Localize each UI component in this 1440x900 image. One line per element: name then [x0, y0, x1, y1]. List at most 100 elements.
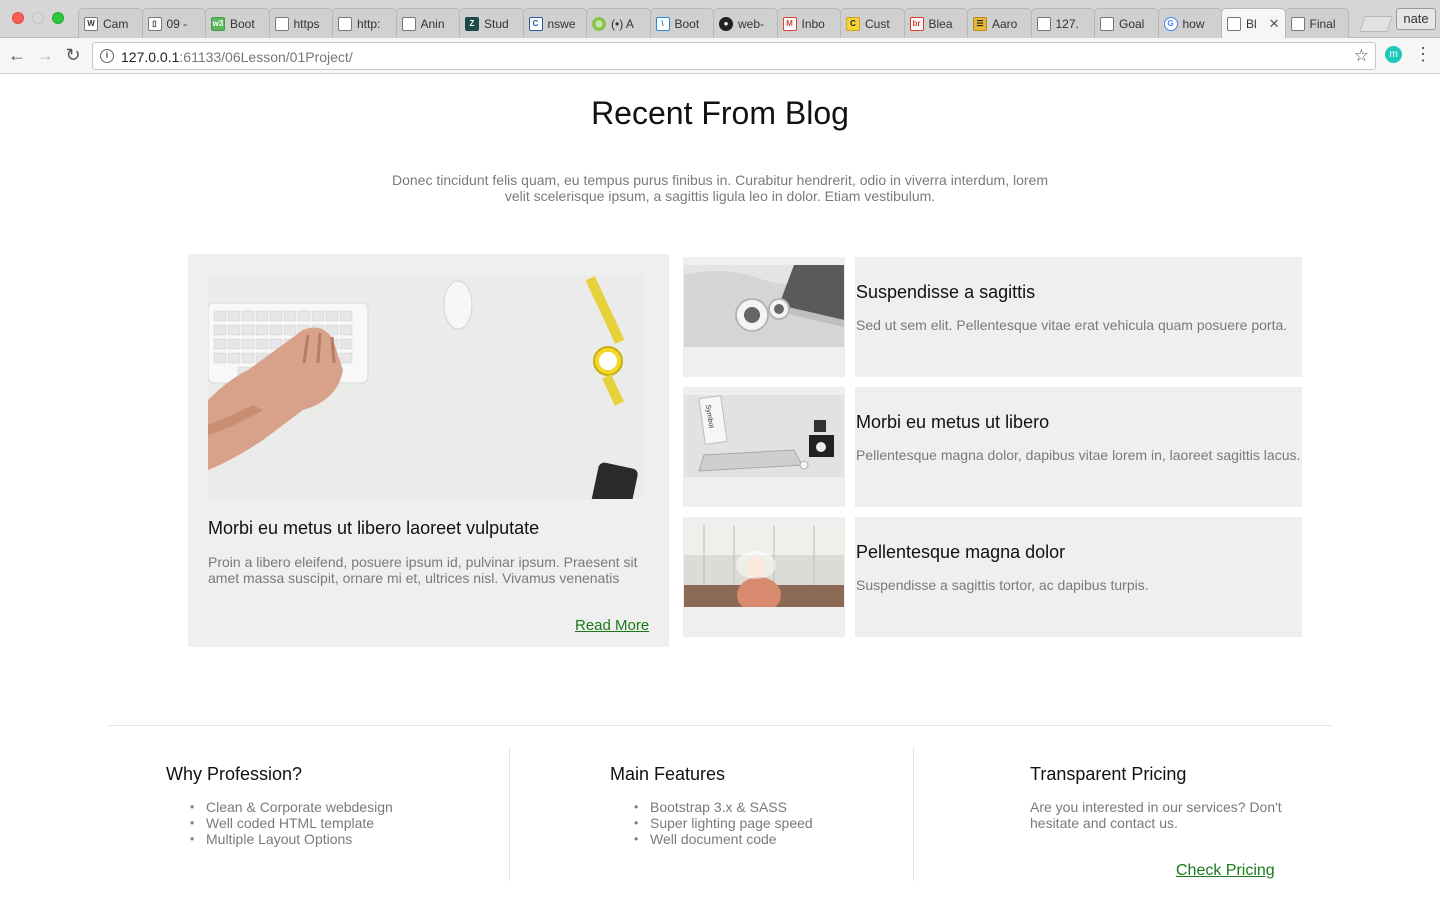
forward-arrow-icon[interactable]: →: [34, 44, 56, 66]
tab-favicon-icon: W: [84, 16, 98, 31]
document-icon: [401, 16, 416, 31]
tab-label: Final: [1309, 16, 1336, 31]
browser-tab-active[interactable]: Bl ✕: [1221, 8, 1286, 38]
extension-icon[interactable]: m: [1385, 46, 1402, 63]
browser-tab[interactable]: M Inbo: [776, 8, 841, 38]
list-item: Super lighting page speed: [634, 815, 813, 831]
github-icon: ●: [719, 16, 733, 31]
browser-tab[interactable]: C Cust: [840, 8, 905, 38]
browser-tab[interactable]: Cnswe: [522, 8, 587, 38]
browser-menu-icon[interactable]: ⋮: [1414, 44, 1432, 66]
site-info-icon[interactable]: i: [100, 49, 114, 63]
post-thumbnail-image: [684, 525, 844, 607]
tab-label: (•) A: [611, 16, 634, 31]
url-path: :61133/06Lesson/01Project/: [179, 49, 353, 65]
document-icon: [1227, 16, 1241, 31]
address-bar[interactable]: i 127.0.0.1:61133/06Lesson/01Project/ ☆: [92, 42, 1376, 70]
tab-label: how: [1182, 16, 1205, 31]
tab-label: Goal: [1119, 16, 1145, 31]
browser-tab[interactable]: w3 Boot: [205, 8, 270, 38]
post-summary-card: Pellentesque magna dolor Suspendisse a s…: [855, 517, 1302, 637]
column-divider: [509, 747, 510, 881]
browser-tab[interactable]: 127.: [1030, 8, 1095, 38]
post-thumbnail-image: [684, 265, 844, 347]
read-more-link[interactable]: Read More: [575, 617, 649, 634]
browser-tab[interactable]: W Cam: [78, 8, 143, 38]
browser-tab[interactable]: Final: [1284, 8, 1349, 38]
column-divider: [913, 747, 914, 881]
tab-favicon-icon: ▯: [147, 16, 162, 31]
tab-favicon-icon: w3: [211, 16, 225, 31]
tab-label: Inbo: [801, 16, 825, 31]
list-item: Well document code: [634, 831, 813, 847]
featured-post-excerpt: Proin a libero eleifend, posuere ipsum i…: [208, 554, 638, 586]
check-pricing-link[interactable]: Check Pricing: [1176, 862, 1275, 880]
tab-label: nswe: [547, 16, 576, 31]
back-arrow-icon[interactable]: ←: [6, 44, 28, 66]
tab-label: Boot: [230, 16, 255, 31]
browser-tab[interactable]: Z Stud: [459, 8, 524, 38]
tab-label: 127.: [1055, 16, 1079, 31]
post-title[interactable]: Morbi eu metus ut libero: [856, 412, 1049, 433]
browser-tab[interactable]: http:: [332, 8, 397, 38]
list-item: Multiple Layout Options: [190, 831, 393, 847]
tab-favicon-icon: C: [528, 16, 543, 31]
new-tab-button[interactable]: [1359, 16, 1393, 32]
maximize-window-button[interactable]: [52, 12, 64, 24]
document-icon: [338, 16, 352, 31]
post-summary-card: Morbi eu metus ut libero Pellentesque ma…: [855, 387, 1302, 507]
document-icon: [1036, 16, 1051, 31]
tab-strip: W Cam ▯ 09 - w3 Boot https http: Anin Z Stud…: [78, 8, 1349, 38]
browser-tab[interactable]: ▯ 09 -: [141, 8, 206, 38]
browser-tab[interactable]: br Blea: [903, 8, 968, 38]
tab-label: Aaro: [992, 16, 1018, 31]
post-title[interactable]: Suspendisse a sagittis: [856, 282, 1035, 303]
tab-favicon-icon: ☰: [973, 16, 987, 31]
blog-intro-text: Donec tincidunt felis quam, eu tempus pu…: [392, 172, 1048, 204]
featured-post-title[interactable]: Morbi eu metus ut libero laoreet vulputa…: [208, 518, 539, 539]
main-features-list: Bootstrap 3.x & SASS Super lighting page…: [634, 799, 813, 847]
post-excerpt: Pellentesque magna dolor, dapibus vitae …: [856, 447, 1301, 463]
browser-tab-bar: W Cam ▯ 09 - w3 Boot https http: Anin Z Stud…: [0, 0, 1440, 38]
google-icon: G: [1163, 16, 1178, 31]
tab-favicon-icon: br: [909, 16, 924, 31]
browser-tab[interactable]: ◎ (•) A: [586, 8, 651, 38]
browser-tab[interactable]: ☰ Aaro: [967, 8, 1032, 38]
main-features-heading: Main Features: [610, 764, 726, 784]
why-profession-list: Clean & Corporate webdesign Well coded H…: [190, 799, 393, 847]
featured-post-image: [208, 275, 644, 499]
post-summary-card: Suspendisse a sagittis Sed ut sem elit. …: [855, 257, 1302, 377]
browser-toolbar: ← → ↻ i 127.0.0.1:61133/06Lesson/01Proje…: [0, 38, 1440, 74]
tab-label: Cust: [865, 16, 890, 31]
browser-tab[interactable]: Anin: [395, 8, 460, 38]
browser-tab[interactable]: Ghow: [1157, 8, 1222, 38]
tab-label: https: [293, 16, 320, 31]
url-text[interactable]: 127.0.0.1:61133/06Lesson/01Project/: [121, 49, 353, 65]
close-window-button[interactable]: [12, 12, 24, 24]
browser-tab[interactable]: \ Boot: [649, 8, 714, 38]
post-title[interactable]: Pellentesque magna dolor: [856, 542, 1065, 563]
list-item: Clean & Corporate webdesign: [190, 799, 393, 815]
bookmark-star-icon[interactable]: ☆: [1354, 46, 1369, 66]
tab-label: Bl: [1246, 16, 1257, 31]
section-divider: [108, 725, 1332, 726]
reload-icon[interactable]: ↻: [62, 44, 84, 66]
url-host: 127.0.0.1: [121, 49, 180, 65]
browser-tab[interactable]: ● web-: [713, 8, 778, 38]
profile-button[interactable]: nate: [1396, 8, 1436, 30]
tab-favicon-icon: C: [846, 16, 860, 31]
tab-label: Anin: [420, 16, 445, 31]
featured-post-card: Morbi eu metus ut libero laoreet vulputa…: [188, 254, 669, 647]
browser-tab[interactable]: Goal: [1094, 8, 1159, 38]
minimize-window-button[interactable]: [32, 12, 44, 24]
tab-label: 09 -: [166, 16, 188, 31]
document-icon: [274, 16, 289, 31]
tab-label: Blea: [928, 16, 953, 31]
gmail-icon: M: [782, 16, 797, 31]
browser-tab[interactable]: https: [268, 8, 333, 38]
close-tab-icon[interactable]: ✕: [1269, 16, 1280, 32]
page-viewport: Recent From Blog Donec tincidunt felis q…: [0, 75, 1440, 900]
pricing-text: Are you interested in our services? Don'…: [1030, 799, 1282, 831]
post-thumbnail-card: [683, 517, 845, 637]
tab-label: web-: [738, 16, 765, 31]
